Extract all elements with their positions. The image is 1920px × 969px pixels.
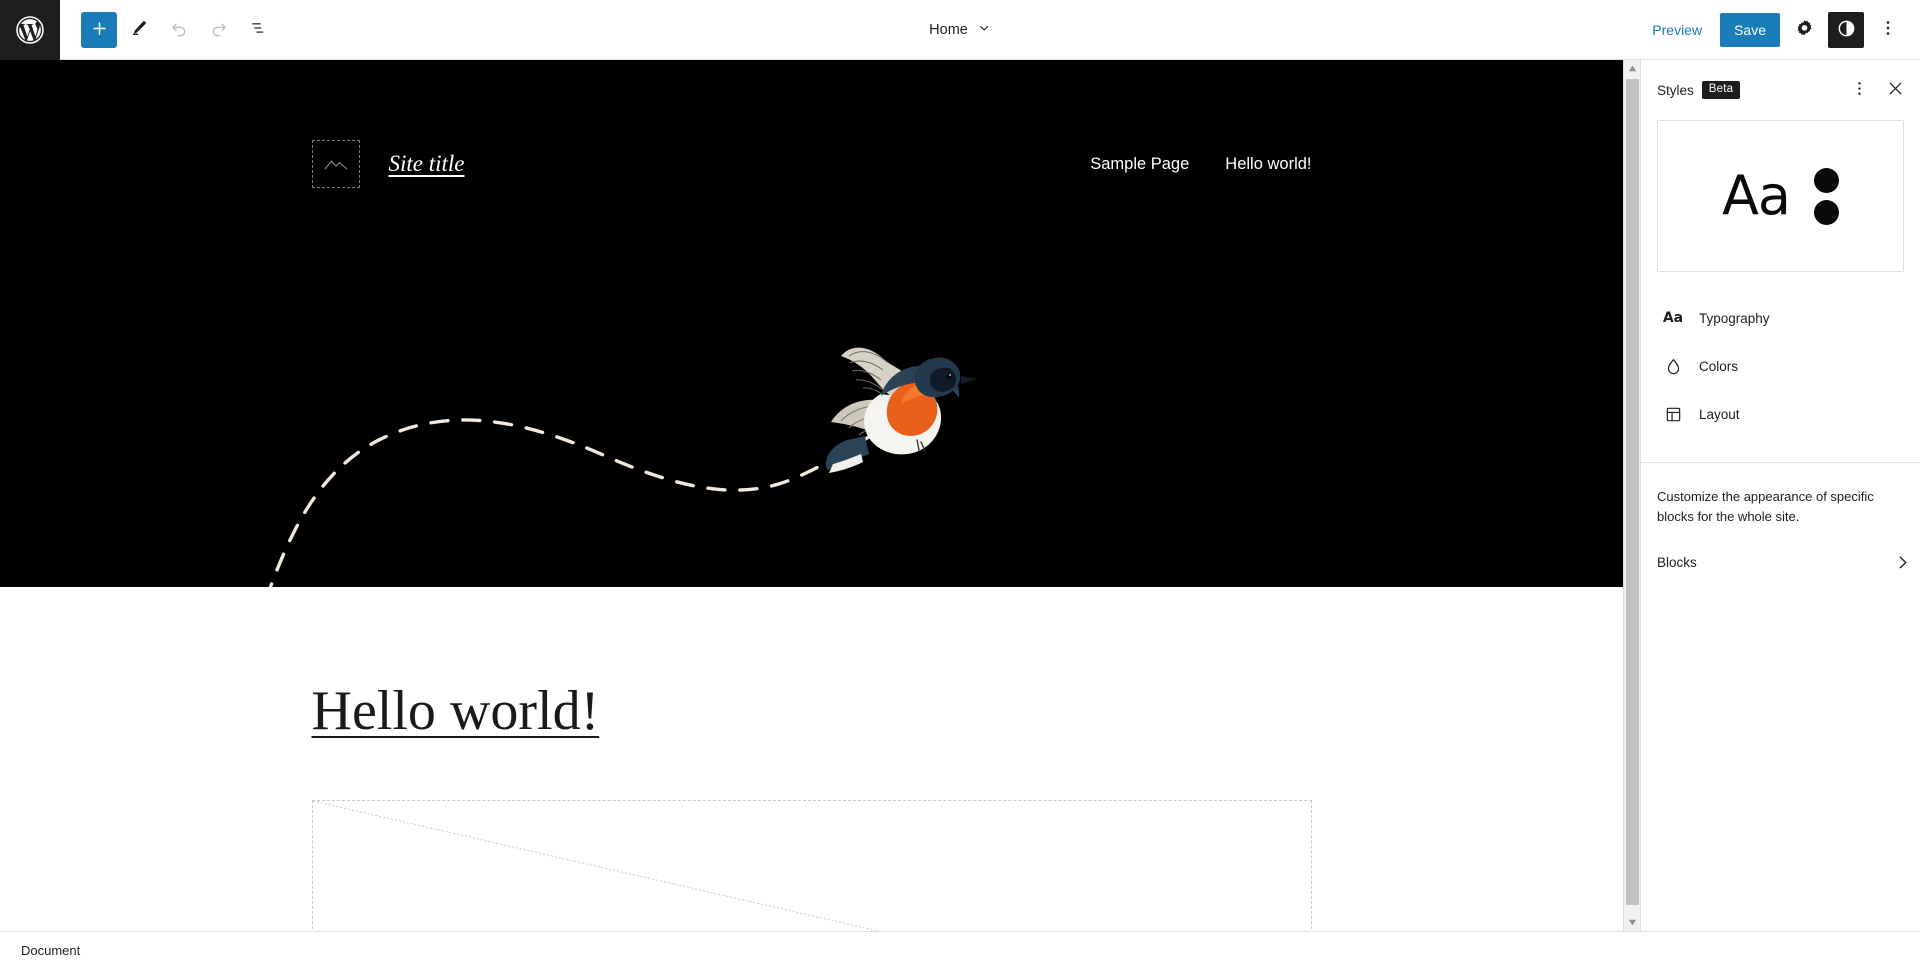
blocks-label: Blocks: [1657, 555, 1697, 570]
chevron-down-icon: [977, 21, 991, 39]
preview-button[interactable]: Preview: [1640, 14, 1714, 46]
flying-bird-illustration: [250, 330, 1200, 587]
sidebar-item-colors-label: Colors: [1699, 358, 1739, 374]
style-preview-card[interactable]: Aa: [1657, 120, 1904, 272]
typography-aa-icon: Aa: [1662, 310, 1684, 326]
redo-icon: [209, 18, 229, 41]
site-header-block: Site title Sample Page Hello world!: [311, 60, 1312, 188]
scroll-up-arrow-icon[interactable]: [1623, 60, 1640, 77]
scrollbar-thumb[interactable]: [1625, 79, 1639, 905]
list-view-button[interactable]: [241, 12, 277, 48]
layout-panel-icon: [1661, 402, 1685, 426]
palette-dot-secondary: [1814, 199, 1840, 225]
add-block-button[interactable]: [81, 11, 117, 48]
gear-icon: [1794, 18, 1815, 42]
document-switcher-area: Home: [921, 0, 999, 60]
pencil-icon: [129, 18, 149, 41]
sidebar-item-typography[interactable]: Aa Typography: [1657, 294, 1904, 342]
undo-icon: [169, 18, 189, 41]
styles-panel-title: Styles: [1657, 82, 1694, 98]
styles-sidebar-body: Aa Aa Typography Colors Layout: [1641, 120, 1920, 438]
scrollbar-track[interactable]: [1624, 77, 1641, 914]
kebab-menu-icon: [1878, 18, 1898, 41]
scroll-down-arrow-icon[interactable]: [1623, 914, 1640, 931]
sidebar-item-layout[interactable]: Layout: [1657, 390, 1904, 438]
close-styles-button[interactable]: [1878, 73, 1912, 107]
post-title-wrap: Hello world!: [312, 587, 1312, 743]
close-icon: [1886, 79, 1905, 101]
contrast-half-circle-icon: [1836, 18, 1857, 42]
editor-footer-status-bar: Document: [0, 931, 1920, 969]
site-navigation: Sample Page Hello world!: [1090, 155, 1311, 174]
site-hero-section: Site title Sample Page Hello world!: [0, 60, 1623, 587]
redo-button[interactable]: [201, 12, 237, 48]
sidebar-item-layout-label: Layout: [1699, 406, 1740, 422]
document-switcher-button[interactable]: Home: [921, 15, 999, 45]
undo-button[interactable]: [161, 12, 197, 48]
chevron-right-icon: [1893, 553, 1912, 572]
more-options-button[interactable]: [1870, 12, 1906, 48]
styles-nav-list: Aa Typography Colors Layout: [1657, 292, 1904, 438]
edit-tool-button[interactable]: [121, 12, 157, 48]
editor-header-toolbar: Home Preview Save: [0, 0, 1920, 60]
document-switcher-label: Home: [929, 22, 968, 38]
styles-header-actions: [1842, 73, 1912, 107]
sidebar-item-typography-label: Typography: [1699, 310, 1770, 326]
header-left-tools: [60, 11, 277, 48]
bird-graphic: [825, 347, 977, 473]
site-title[interactable]: Site title: [389, 151, 465, 177]
editor-canvas-wrap: Site title Sample Page Hello world! Hell…: [0, 60, 1640, 931]
blocks-navigation-row[interactable]: Blocks: [1657, 539, 1912, 587]
beta-badge: Beta: [1701, 80, 1741, 100]
image-placeholder-icon: [322, 151, 350, 178]
blocks-description: Customize the appearance of specific blo…: [1657, 489, 1874, 524]
styles-sidebar-header: Styles Beta: [1641, 60, 1920, 120]
nav-link-sample-page[interactable]: Sample Page: [1090, 155, 1189, 174]
wordpress-logo-icon: [15, 15, 45, 45]
wordpress-logo-button[interactable]: [0, 0, 60, 60]
settings-button[interactable]: [1786, 12, 1822, 48]
color-dots-icon: [1814, 167, 1840, 225]
style-preview-sample-text: Aa: [1721, 164, 1791, 227]
list-view-icon: [249, 18, 269, 41]
post-image-placeholder[interactable]: [311, 799, 1312, 931]
palette-dot-primary: [1814, 167, 1840, 193]
post-title[interactable]: Hello world!: [312, 680, 1312, 743]
styles-more-menu-button[interactable]: [1842, 73, 1876, 107]
header-right-tools: Preview Save: [1640, 11, 1920, 48]
styles-toggle-button[interactable]: [1828, 11, 1864, 48]
save-button[interactable]: Save: [1720, 12, 1780, 47]
placeholder-diagonal-line: [312, 800, 882, 931]
editor-body: Site title Sample Page Hello world! Hell…: [0, 60, 1920, 931]
droplet-icon: [1661, 354, 1685, 378]
document-breadcrumb-label[interactable]: Document: [21, 943, 80, 958]
editor-canvas[interactable]: Site title Sample Page Hello world! Hell…: [0, 60, 1623, 931]
wordpress-site-editor: Home Preview Save Site title Sample Page…: [0, 0, 1920, 969]
plus-icon: [90, 19, 109, 41]
canvas-scrollbar[interactable]: [1623, 60, 1640, 931]
styles-sidebar: Styles Beta Aa Aa Typography Colors Layo…: [1640, 60, 1920, 931]
site-logo-placeholder[interactable]: [311, 140, 360, 188]
nav-link-hello-world[interactable]: Hello world!: [1225, 155, 1311, 174]
kebab-menu-icon: [1850, 79, 1869, 101]
sidebar-item-colors[interactable]: Colors: [1657, 342, 1904, 390]
post-content-area: Hello world!: [0, 587, 1623, 931]
